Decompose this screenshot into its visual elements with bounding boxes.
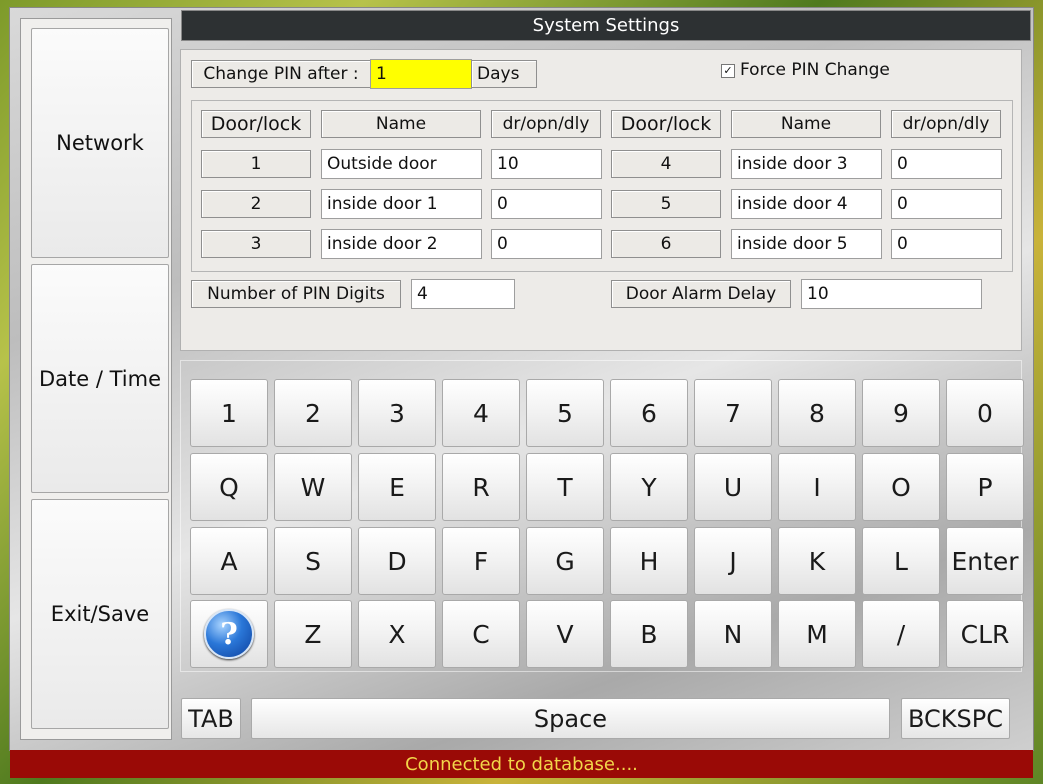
door-delay-input[interactable]: 0 [491,189,602,219]
key-d[interactable]: D [358,527,436,595]
header-delay-left: dr/opn/dly [491,110,601,138]
key-3[interactable]: 3 [358,379,436,447]
key-n[interactable]: N [694,600,772,668]
sidebar: Network Date / Time Exit/Save [20,18,172,740]
date-time-button[interactable]: Date / Time [31,264,169,493]
key-k[interactable]: K [778,527,856,595]
key-clr[interactable]: CLR [946,600,1024,668]
key-m[interactable]: M [778,600,856,668]
door-name-input[interactable]: inside door 5 [731,229,882,259]
key-8[interactable]: 8 [778,379,856,447]
door-name-input[interactable]: inside door 2 [321,229,482,259]
pin-digits-label: Number of PIN Digits [191,280,401,308]
key-v[interactable]: V [526,600,604,668]
header-door-lock-right: Door/lock [611,110,721,138]
exit-save-button[interactable]: Exit/Save [31,499,169,729]
header-door-lock-left: Door/lock [201,110,311,138]
key-h[interactable]: H [610,527,688,595]
door-id: 6 [611,230,721,258]
key-s[interactable]: S [274,527,352,595]
force-pin-change-checkbox[interactable]: ✓ [721,64,735,78]
help-icon: ? [204,609,254,659]
door-id: 2 [201,190,311,218]
change-pin-label: Change PIN after : [191,60,371,88]
key-f[interactable]: F [442,527,520,595]
key-c[interactable]: C [442,600,520,668]
force-pin-change-label: Force PIN Change [740,60,890,80]
key-6[interactable]: 6 [610,379,688,447]
key-b[interactable]: B [610,600,688,668]
window-title: System Settings [181,10,1031,41]
door-id: 4 [611,150,721,178]
key-9[interactable]: 9 [862,379,940,447]
door-table [191,100,1013,272]
key-l[interactable]: L [862,527,940,595]
network-button[interactable]: Network [31,28,169,258]
backspace-key[interactable]: BCKSPC [901,698,1010,739]
door-name-input[interactable]: Outside door [321,149,482,179]
status-bar: Connected to database.... [10,750,1033,778]
key-a[interactable]: A [190,527,268,595]
key-w[interactable]: W [274,453,352,521]
door-name-input[interactable]: inside door 4 [731,189,882,219]
key-r[interactable]: R [442,453,520,521]
key-z[interactable]: Z [274,600,352,668]
space-key[interactable]: Space [251,698,890,739]
help-key[interactable]: ? [190,600,268,668]
key-5[interactable]: 5 [526,379,604,447]
door-name-input[interactable]: inside door 1 [321,189,482,219]
door-id: 5 [611,190,721,218]
key-y[interactable]: Y [610,453,688,521]
key-1[interactable]: 1 [190,379,268,447]
door-delay-input[interactable]: 10 [491,149,602,179]
door-delay-input[interactable]: 0 [891,189,1002,219]
door-delay-input[interactable]: 0 [491,229,602,259]
key-7[interactable]: 7 [694,379,772,447]
key-slash[interactable]: / [862,600,940,668]
key-2[interactable]: 2 [274,379,352,447]
door-alarm-delay-input[interactable]: 10 [801,279,982,309]
tab-key[interactable]: TAB [181,698,241,739]
key-p[interactable]: P [946,453,1024,521]
key-0[interactable]: 0 [946,379,1024,447]
days-label: Days [471,60,537,88]
header-name-right: Name [731,110,881,138]
key-i[interactable]: I [778,453,856,521]
key-o[interactable]: O [862,453,940,521]
door-delay-input[interactable]: 0 [891,149,1002,179]
change-pin-days-input[interactable]: 1 [370,59,472,89]
key-g[interactable]: G [526,527,604,595]
door-alarm-delay-label: Door Alarm Delay [611,280,791,308]
key-e[interactable]: E [358,453,436,521]
header-name-left: Name [321,110,481,138]
door-id: 1 [201,150,311,178]
key-x[interactable]: X [358,600,436,668]
settings-panel: Change PIN after : 1 Days ✓ Force PIN Ch… [180,49,1022,351]
key-t[interactable]: T [526,453,604,521]
door-id: 3 [201,230,311,258]
key-enter[interactable]: Enter [946,527,1024,595]
key-u[interactable]: U [694,453,772,521]
door-name-input[interactable]: inside door 3 [731,149,882,179]
header-delay-right: dr/opn/dly [891,110,1001,138]
door-delay-input[interactable]: 0 [891,229,1002,259]
key-q[interactable]: Q [190,453,268,521]
pin-digits-input[interactable]: 4 [411,279,515,309]
key-4[interactable]: 4 [442,379,520,447]
key-j[interactable]: J [694,527,772,595]
